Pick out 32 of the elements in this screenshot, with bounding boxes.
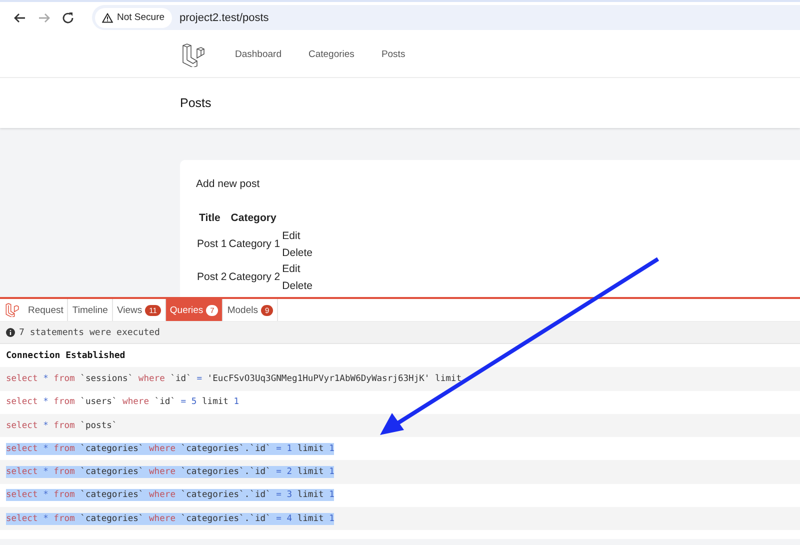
action-link[interactable]: Edit <box>282 261 313 278</box>
url-field[interactable]: project2.test/posts <box>180 12 269 24</box>
info-icon <box>6 328 15 337</box>
nav-link[interactable]: Categories <box>308 46 354 64</box>
action-link[interactable]: Delete <box>282 278 313 294</box>
sql-query: select * from `categories` where `categories`.`id` = 4 limit 1 <box>6 512 334 525</box>
nav-link[interactable]: Posts <box>381 46 406 64</box>
table-cell-text: Post 2 <box>196 270 228 286</box>
sql-query: select * from `posts` <box>6 420 118 432</box>
nav-link[interactable]: Dashboard <box>235 46 282 64</box>
logo-icon[interactable] <box>5 303 19 317</box>
sql-query: select * from `sessions` where `id` = 'EucFSvO3Uq3GNMeg1HuPVyr1AbW6DyWasrj63HjK' limit <box>6 372 462 385</box>
action-link[interactable]: Edit <box>282 228 313 244</box>
statements-summary: 7 statements were executed <box>19 328 160 338</box>
connection-status: Connection Established <box>6 350 126 361</box>
table-cell-text: Post 1 <box>196 237 228 252</box>
back-icon[interactable] <box>13 10 27 24</box>
table-cell-text: Category 1 <box>228 237 282 252</box>
column-header: Title <box>198 211 222 226</box>
sql-query: select * from `categories` where `categories`.`id` = 1 limit 1 <box>6 442 334 455</box>
sql-query: select * from `categories` where `categories`.`id` = 3 limit 1 <box>6 489 334 502</box>
warning-icon <box>102 12 113 22</box>
action-link[interactable]: Delete <box>282 244 313 261</box>
page-title: Posts <box>180 96 212 110</box>
reload-icon[interactable] <box>61 10 75 24</box>
security-chip[interactable]: Not Secure <box>95 8 172 28</box>
add-post-link[interactable]: Add new post <box>196 178 260 190</box>
sql-query: select * from `users` where `id` = 5 limit 1 <box>6 396 240 408</box>
table-cell-text: Category 2 <box>228 270 282 286</box>
sql-query: select * from `categories` where `categories`.`id` = 2 limit 1 <box>6 466 334 478</box>
logo-icon[interactable] <box>181 43 205 67</box>
column-header: Category <box>230 211 278 226</box>
